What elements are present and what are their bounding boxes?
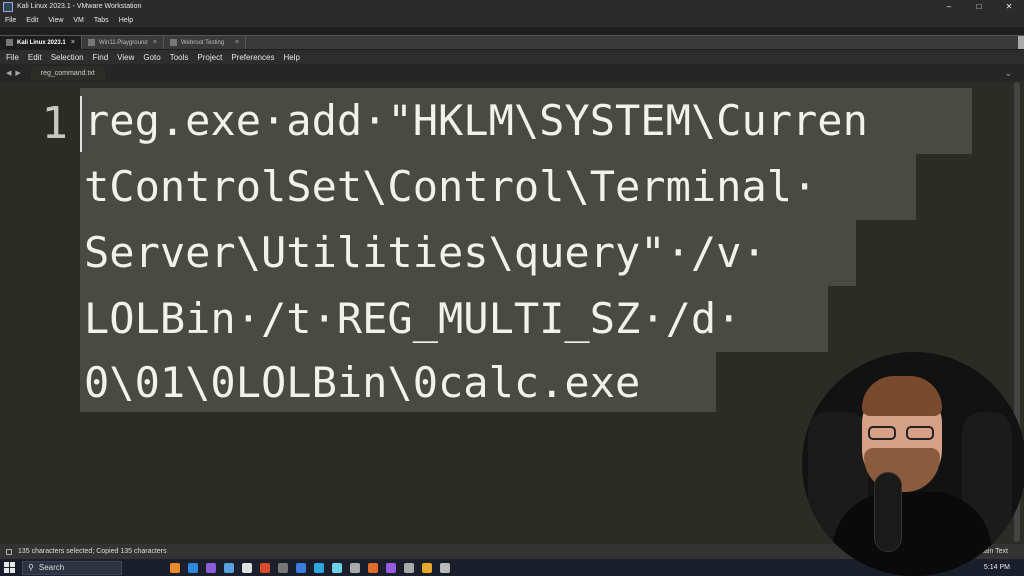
vm-tab-webroot[interactable]: Webroot Testing × xyxy=(164,36,246,49)
taskbar-app-icon[interactable] xyxy=(260,562,270,573)
code-line: reg.exe·add·"HKLM\SYSTEM\Curren xyxy=(84,96,868,145)
vm-menu-help[interactable]: Help xyxy=(119,17,133,24)
status-message: 135 characters selected; Copied 135 char… xyxy=(18,548,167,555)
taskbar-search[interactable]: ⚲ Search xyxy=(22,560,122,575)
vm-tab-win11[interactable]: Win11.Playground × xyxy=(82,36,164,49)
line-gutter: 1 xyxy=(0,82,80,544)
vm-menu-vm[interactable]: VM xyxy=(73,17,84,24)
minimize-icon[interactable]: – xyxy=(934,0,964,13)
presenter-hair xyxy=(862,376,942,416)
vm-tab-label: Webroot Testing xyxy=(181,39,225,46)
window-title: Kali Linux 2023.1 - VMware Workstation xyxy=(17,3,142,10)
search-icon: ⚲ xyxy=(28,563,34,572)
close-icon[interactable]: ✕ xyxy=(994,0,1024,13)
taskbar-app-icon[interactable] xyxy=(404,562,414,573)
menu-help[interactable]: Help xyxy=(283,53,299,62)
taskbar-app-icon[interactable] xyxy=(242,562,252,573)
window-controls: – □ ✕ xyxy=(934,0,1024,13)
text-caret xyxy=(80,96,82,152)
taskbar-app-icon[interactable] xyxy=(386,562,396,573)
code-line: Server\Utilities\query"·/v· xyxy=(84,228,767,277)
windows-start-icon[interactable] xyxy=(4,561,16,574)
presenter-glasses xyxy=(868,426,936,442)
vm-icon xyxy=(170,39,177,46)
menu-project[interactable]: Project xyxy=(197,53,222,62)
vm-icon xyxy=(88,39,95,46)
webcam-overlay xyxy=(802,352,1024,576)
close-tab-icon[interactable]: × xyxy=(235,39,239,46)
close-tab-icon[interactable]: × xyxy=(71,39,75,46)
vm-menu-edit[interactable]: Edit xyxy=(26,17,38,24)
search-label: Search xyxy=(38,563,65,572)
chevron-right-icon[interactable]: ▶ xyxy=(15,69,20,77)
editor-tab-row: ◀ ▶ reg_command.txt ⌄ xyxy=(0,64,1024,82)
vm-tab-kali[interactable]: Kali Linux 2023.1 × xyxy=(0,36,82,49)
microphone xyxy=(874,472,902,552)
vm-scroll-indicator xyxy=(1018,36,1024,49)
vmware-titlebar: Kali Linux 2023.1 - VMware Workstation –… xyxy=(0,0,1024,13)
vm-tab-bar: Kali Linux 2023.1 × Win11.Playground × W… xyxy=(0,35,1024,49)
vm-icon xyxy=(6,39,13,46)
code-line: 0\01\0LOLBin\0calc.exe xyxy=(84,358,641,407)
tab-nav: ◀ ▶ xyxy=(6,69,21,77)
vmware-logo-icon xyxy=(3,1,13,12)
taskbar-app-icon[interactable] xyxy=(314,562,324,573)
taskbar-app-icon[interactable] xyxy=(296,562,306,573)
vm-menu-view[interactable]: View xyxy=(48,17,63,24)
taskbar-app-icon[interactable] xyxy=(332,562,342,573)
taskbar-apps xyxy=(170,562,450,573)
taskbar-app-icon[interactable] xyxy=(368,562,378,573)
vm-tab-label: Win11.Playground xyxy=(99,39,148,46)
vm-menu-tabs[interactable]: Tabs xyxy=(94,17,109,24)
taskbar-app-icon[interactable] xyxy=(188,562,198,573)
menu-file[interactable]: File xyxy=(6,53,19,62)
vm-tab-label: Kali Linux 2023.1 xyxy=(17,39,66,46)
menu-find[interactable]: Find xyxy=(93,53,109,62)
taskbar-app-icon[interactable] xyxy=(206,562,216,573)
vm-menu-file[interactable]: File xyxy=(5,17,16,24)
menu-selection[interactable]: Selection xyxy=(51,53,84,62)
code-line: LOLBin·/t·REG_MULTI_SZ·/d· xyxy=(84,294,742,343)
taskbar-app-icon[interactable] xyxy=(278,562,288,573)
maximize-icon[interactable]: □ xyxy=(964,0,994,13)
tab-list-dropdown-icon[interactable]: ⌄ xyxy=(1004,68,1012,79)
file-tab[interactable]: reg_command.txt xyxy=(30,66,105,80)
presenter-shirt xyxy=(832,492,992,576)
taskbar-app-icon[interactable] xyxy=(224,562,234,573)
editor-menubar: File Edit Selection Find View Goto Tools… xyxy=(0,50,1024,64)
vmware-menubar: File Edit View VM Tabs Help xyxy=(0,13,1024,27)
menu-view[interactable]: View xyxy=(117,53,134,62)
taskbar-app-icon[interactable] xyxy=(440,562,450,573)
menu-goto[interactable]: Goto xyxy=(143,53,160,62)
taskbar-app-icon[interactable] xyxy=(350,562,360,573)
taskbar-app-icon[interactable] xyxy=(170,562,180,573)
close-tab-icon[interactable]: × xyxy=(153,39,157,46)
panel-toggle-icon[interactable] xyxy=(6,548,12,555)
taskbar-app-icon[interactable] xyxy=(422,562,432,573)
line-number: 1 xyxy=(41,98,69,149)
chevron-left-icon[interactable]: ◀ xyxy=(6,69,11,77)
code-line: tControlSet\Control\Terminal· xyxy=(84,162,818,211)
menu-edit[interactable]: Edit xyxy=(28,53,42,62)
menu-preferences[interactable]: Preferences xyxy=(231,53,274,62)
menu-tools[interactable]: Tools xyxy=(170,53,189,62)
